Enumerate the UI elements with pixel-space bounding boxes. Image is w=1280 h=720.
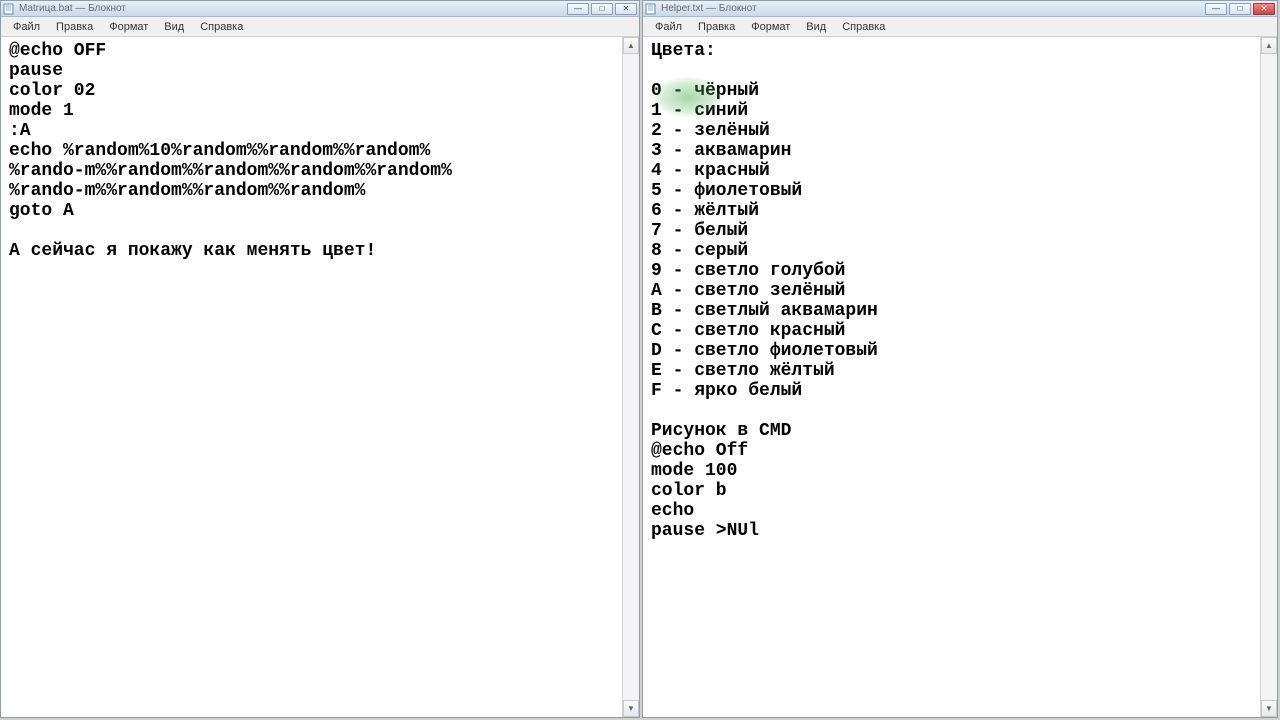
menubar-right: Файл Правка Формат Вид Справка <box>643 17 1277 37</box>
minimize-button[interactable]: — <box>567 3 589 15</box>
maximize-button[interactable]: □ <box>1229 3 1251 15</box>
scroll-down-icon[interactable]: ▼ <box>623 700 639 717</box>
cursor-highlight <box>653 77 723 117</box>
scroll-up-icon[interactable]: ▲ <box>623 37 639 54</box>
menu-format[interactable]: Формат <box>743 19 798 35</box>
notepad-icon <box>3 3 15 15</box>
menu-help[interactable]: Справка <box>192 19 251 35</box>
editor-wrap-right: Цвета: 0 - чёрный 1 - синий 2 - зелёный … <box>643 37 1277 717</box>
window-controls-left: — □ ✕ <box>567 3 637 15</box>
scroll-track[interactable] <box>1261 54 1277 700</box>
menu-help[interactable]: Справка <box>834 19 893 35</box>
window-controls-right: — □ ✕ <box>1205 3 1275 15</box>
titlebar-right[interactable]: Helper.txt — Блокнот — □ ✕ <box>643 1 1277 17</box>
editor-left[interactable]: @echo OFF pause color 02 mode 1 :A echo … <box>1 37 622 717</box>
editor-right[interactable]: Цвета: 0 - чёрный 1 - синий 2 - зелёный … <box>643 37 1260 717</box>
notepad-window-right: Helper.txt — Блокнот — □ ✕ Файл Правка Ф… <box>642 0 1278 718</box>
scroll-track[interactable] <box>623 54 639 700</box>
close-button[interactable]: ✕ <box>1253 3 1275 15</box>
notepad-window-left: Matrица.bat — Блокнот — □ ✕ Файл Правка … <box>0 0 640 718</box>
scroll-up-icon[interactable]: ▲ <box>1261 37 1277 54</box>
window-title-right: Helper.txt — Блокнот <box>661 3 1205 14</box>
menu-file[interactable]: Файл <box>647 19 690 35</box>
menu-format[interactable]: Формат <box>101 19 156 35</box>
menu-view[interactable]: Вид <box>798 19 834 35</box>
menu-edit[interactable]: Правка <box>690 19 743 35</box>
titlebar-left[interactable]: Matrица.bat — Блокнот — □ ✕ <box>1 1 639 17</box>
minimize-button[interactable]: — <box>1205 3 1227 15</box>
close-button[interactable]: ✕ <box>615 3 637 15</box>
maximize-button[interactable]: □ <box>591 3 613 15</box>
editor-wrap-left: @echo OFF pause color 02 mode 1 :A echo … <box>1 37 639 717</box>
scrollbar-right[interactable]: ▲ ▼ <box>1260 37 1277 717</box>
menubar-left: Файл Правка Формат Вид Справка <box>1 17 639 37</box>
window-title-left: Matrица.bat — Блокнот <box>19 3 567 14</box>
notepad-icon <box>645 3 657 15</box>
scroll-down-icon[interactable]: ▼ <box>1261 700 1277 717</box>
menu-file[interactable]: Файл <box>5 19 48 35</box>
scrollbar-left[interactable]: ▲ ▼ <box>622 37 639 717</box>
menu-view[interactable]: Вид <box>156 19 192 35</box>
menu-edit[interactable]: Правка <box>48 19 101 35</box>
